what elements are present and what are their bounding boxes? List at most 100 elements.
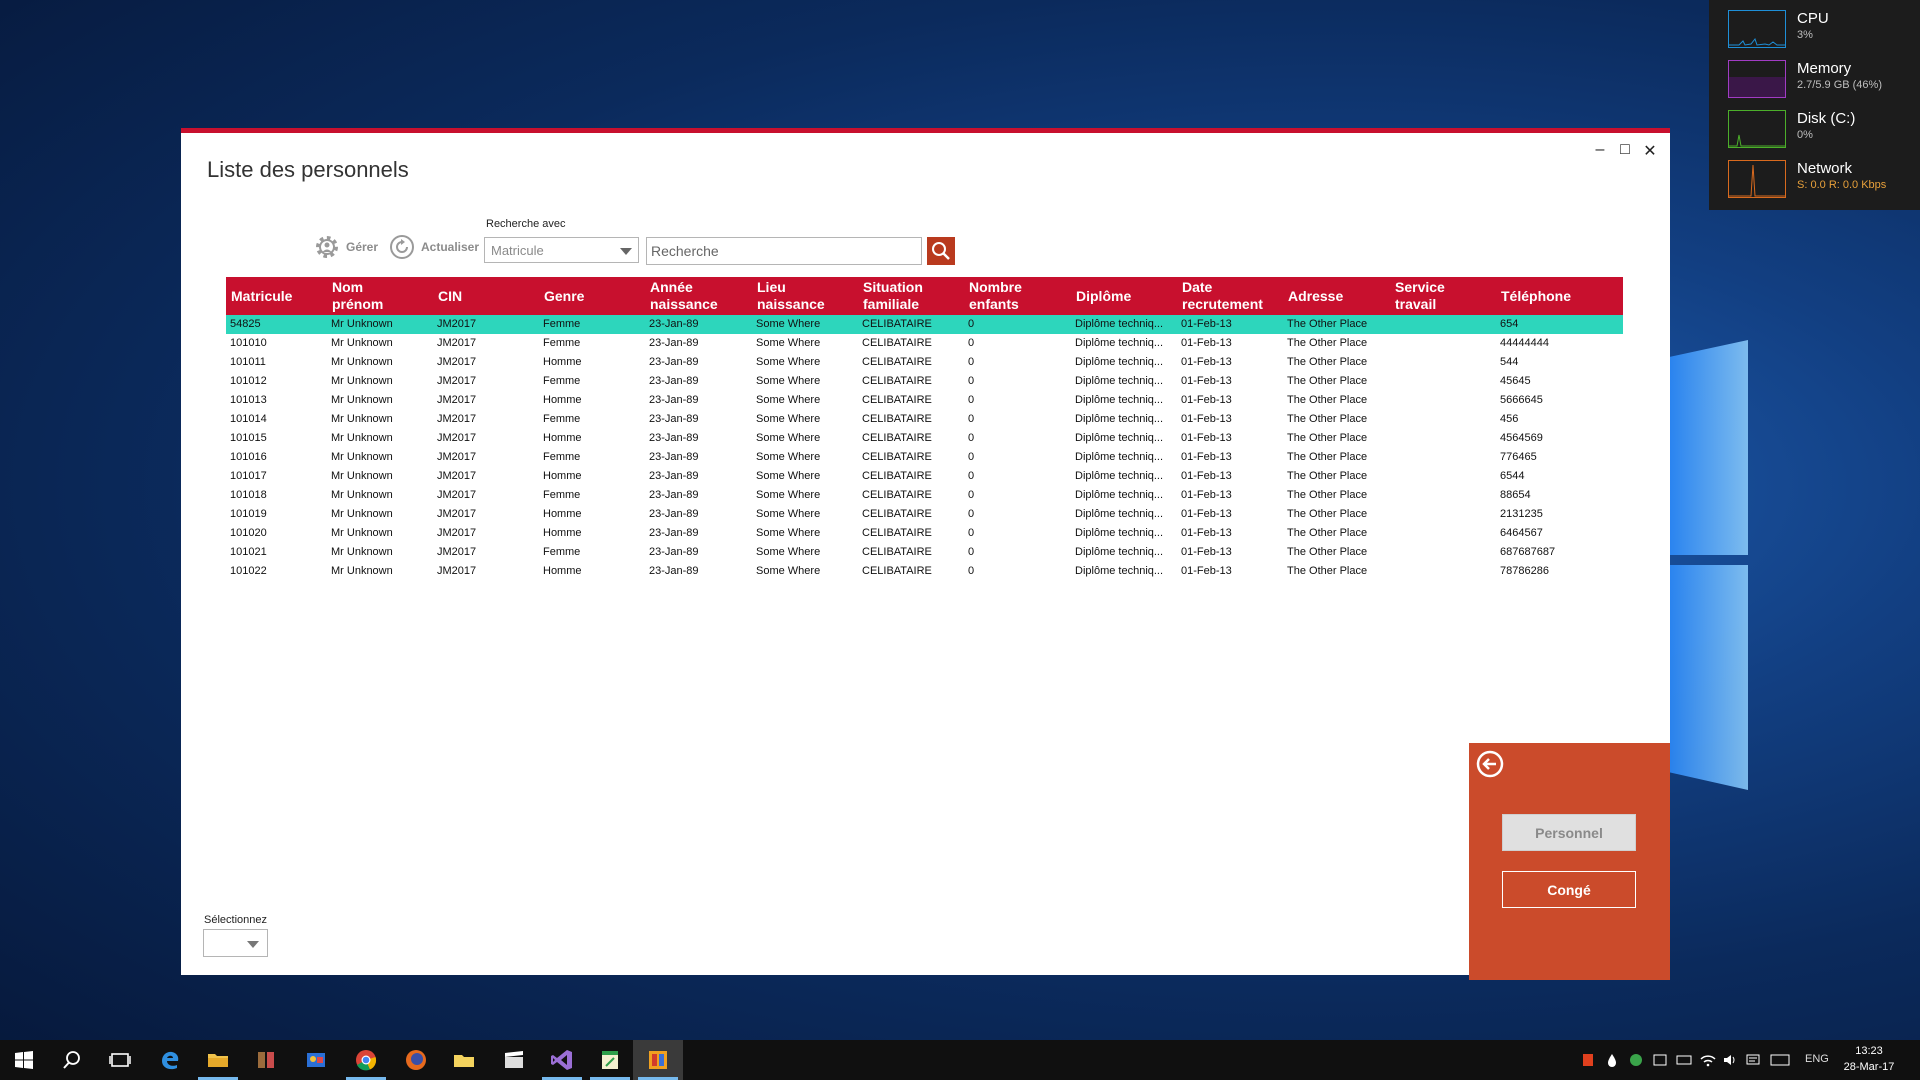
office-icon[interactable] [1580, 1052, 1596, 1068]
clock[interactable]: 13:23 28-Mar-17 [1834, 1043, 1904, 1075]
table-cell: The Other Place [1287, 565, 1368, 577]
table-row[interactable]: 101011 Mr Unknown JM2017 Homme 23-Jan-89 Some… [226, 353, 1623, 372]
network-send-value: S: 0.0 [1797, 179, 1826, 191]
column-header[interactable]: Matricule [231, 288, 292, 305]
search-input[interactable] [646, 237, 922, 265]
table-row[interactable]: 101017 Mr Unknown JM2017 Homme 23-Jan-89 Some… [226, 467, 1623, 486]
table-row[interactable]: 101010 Mr Unknown JM2017 Femme 23-Jan-89 Some… [226, 334, 1623, 353]
table-row[interactable]: 101015 Mr Unknown JM2017 Homme 23-Jan-89 Some… [226, 429, 1623, 448]
table-row[interactable]: 101022 Mr Unknown JM2017 Homme 23-Jan-89 Some… [226, 562, 1623, 581]
table-cell: CELIBATAIRE [862, 413, 932, 425]
table-cell: Femme [543, 375, 581, 387]
table-cell: 01-Feb-13 [1181, 470, 1232, 482]
table-cell: 101017 [230, 470, 267, 482]
table-cell: 23-Jan-89 [649, 470, 699, 482]
close-button[interactable]: ✕ [1640, 141, 1660, 161]
edge-icon[interactable] [158, 1048, 182, 1072]
conge-button[interactable]: Congé [1502, 871, 1636, 908]
search-field-select[interactable]: Matricule [484, 237, 639, 263]
file-explorer-icon[interactable] [206, 1048, 230, 1072]
table-cell: Some Where [756, 337, 821, 349]
clock-time: 13:23 [1855, 1045, 1883, 1057]
start-windows-icon[interactable] [12, 1048, 36, 1072]
table-cell: Some Where [756, 394, 821, 406]
table-cell: JM2017 [437, 356, 477, 368]
column-header[interactable]: Nom prénom [332, 279, 383, 313]
table-row[interactable]: 101018 Mr Unknown JM2017 Femme 23-Jan-89 Some… [226, 486, 1623, 505]
task-view-icon[interactable] [108, 1048, 132, 1072]
table-cell: Femme [543, 337, 581, 349]
personnel-button[interactable]: Personnel [1502, 814, 1636, 851]
table-cell: 23-Jan-89 [649, 337, 699, 349]
table-row[interactable]: 101016 Mr Unknown JM2017 Femme 23-Jan-89 Some… [226, 448, 1623, 467]
table-cell: 0 [968, 375, 975, 387]
column-header[interactable]: Genre [544, 288, 584, 305]
chrome-icon[interactable] [354, 1048, 378, 1072]
table-cell: 54825 [230, 318, 261, 330]
network-shield-icon[interactable] [1628, 1052, 1644, 1068]
table-cell: 0 [968, 337, 975, 349]
column-header[interactable]: Téléphone [1501, 288, 1571, 305]
bottom-select[interactable] [203, 929, 268, 957]
firefox-icon[interactable] [404, 1048, 428, 1072]
paint-app-icon[interactable] [304, 1048, 328, 1072]
column-header[interactable]: CIN [438, 288, 462, 305]
film-clapper-icon[interactable] [502, 1048, 526, 1072]
table-cell: Some Where [756, 508, 821, 520]
table-row[interactable]: 101012 Mr Unknown JM2017 Femme 23-Jan-89 Some… [226, 372, 1623, 391]
search-button[interactable] [927, 237, 955, 265]
tray-app-icon[interactable] [1652, 1052, 1668, 1068]
refresh-button[interactable]: Actualiser [389, 234, 479, 260]
minimize-button[interactable]: – [1590, 141, 1610, 159]
back-arrow-icon[interactable] [1475, 749, 1505, 779]
table-row[interactable]: 101020 Mr Unknown JM2017 Homme 23-Jan-89 Some… [226, 524, 1623, 543]
table-cell: 101015 [230, 432, 267, 444]
table-cell: Some Where [756, 565, 821, 577]
table-row[interactable]: 101013 Mr Unknown JM2017 Homme 23-Jan-89 Some… [226, 391, 1623, 410]
table-cell: JM2017 [437, 337, 477, 349]
maximize-button[interactable]: □ [1615, 141, 1635, 159]
table-cell: 01-Feb-13 [1181, 356, 1232, 368]
table-cell: JM2017 [437, 565, 477, 577]
table-cell: 0 [968, 318, 975, 330]
table-row[interactable]: 101021 Mr Unknown JM2017 Femme 23-Jan-89 Some… [226, 543, 1623, 562]
column-header[interactable]: Année naissance [650, 279, 718, 313]
keyboard-input-icon[interactable] [1676, 1052, 1692, 1068]
table-cell: 101021 [230, 546, 267, 558]
language-indicator[interactable]: ENG [1805, 1053, 1829, 1065]
column-header[interactable]: Date recrutement [1182, 279, 1263, 313]
spreadsheet-icon[interactable] [598, 1048, 622, 1072]
table-cell: 23-Jan-89 [649, 356, 699, 368]
table-cell: Some Where [756, 375, 821, 387]
manage-button[interactable]: Gérer [314, 234, 378, 260]
table-cell: Mr Unknown [331, 508, 393, 520]
touch-keyboard-icon[interactable] [1770, 1052, 1790, 1068]
table-row[interactable]: 54825 Mr Unknown JM2017 Femme 23-Jan-89 Some … [226, 315, 1623, 334]
table-cell: CELIBATAIRE [862, 375, 932, 387]
column-header[interactable]: Service travail [1395, 279, 1445, 313]
action-center-icon[interactable] [1745, 1052, 1761, 1068]
table-cell: 01-Feb-13 [1181, 318, 1232, 330]
folder-icon[interactable] [452, 1048, 476, 1072]
column-header[interactable]: Situation familiale [863, 279, 923, 313]
table-cell: CELIBATAIRE [862, 470, 932, 482]
table-cell: JM2017 [437, 413, 477, 425]
table-row[interactable]: 101019 Mr Unknown JM2017 Homme 23-Jan-89 Some… [226, 505, 1623, 524]
app-icon-books[interactable] [254, 1048, 278, 1072]
table-cell: 23-Jan-89 [649, 413, 699, 425]
drop-icon[interactable] [1604, 1052, 1620, 1068]
column-header[interactable]: Lieu naissance [757, 279, 825, 313]
table-cell: Mr Unknown [331, 527, 393, 539]
search-icon[interactable] [60, 1048, 84, 1072]
table-cell: JM2017 [437, 318, 477, 330]
active-app-icon[interactable] [646, 1048, 670, 1072]
table-row[interactable]: 101014 Mr Unknown JM2017 Femme 23-Jan-89 Some… [226, 410, 1623, 429]
column-header[interactable]: Adresse [1288, 288, 1343, 305]
volume-icon[interactable] [1722, 1052, 1738, 1068]
wifi-icon[interactable] [1700, 1052, 1716, 1068]
column-header[interactable]: Diplôme [1076, 288, 1131, 305]
visual-studio-icon[interactable] [550, 1048, 574, 1072]
cpu-value: 3% [1797, 29, 1813, 41]
column-header[interactable]: Nombre enfants [969, 279, 1022, 313]
table-cell: 0 [968, 413, 975, 425]
